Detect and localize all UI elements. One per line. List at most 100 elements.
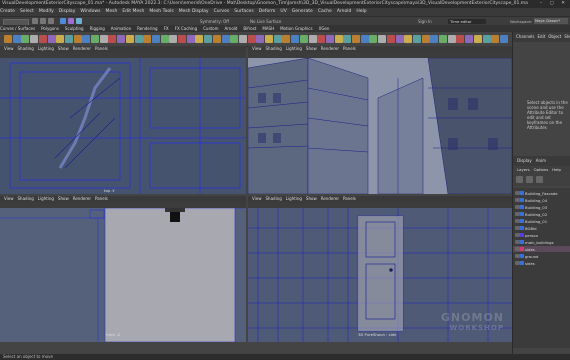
layer-color-swatch[interactable]: [520, 212, 524, 216]
shelf-tool-icon[interactable]: [325, 35, 334, 43]
viewport-menu-panels[interactable]: Panels: [95, 196, 108, 201]
shelf-tab[interactable]: FX: [164, 26, 169, 31]
viewport-menu-renderer[interactable]: Renderer: [321, 196, 339, 201]
shelf-tool-icon[interactable]: [395, 35, 404, 43]
menu-help[interactable]: Help: [356, 9, 366, 14]
move-up-icon[interactable]: [536, 176, 543, 183]
shelf-tool-icon[interactable]: [317, 35, 326, 43]
menu-modify[interactable]: Modify: [39, 9, 54, 14]
layer-color-swatch[interactable]: [520, 198, 524, 202]
viewport-menu-show[interactable]: Show: [58, 196, 69, 201]
viewport-menu-show[interactable]: Show: [306, 46, 317, 51]
shelf-tab[interactable]: Custom: [203, 26, 218, 31]
save-scene-icon[interactable]: [48, 18, 54, 24]
menu-display[interactable]: Display: [59, 9, 76, 14]
layer-row[interactable]: Building_02: [513, 211, 570, 217]
menu-generate[interactable]: Generate: [292, 9, 313, 14]
layer-menu-options[interactable]: Options: [534, 167, 549, 172]
shelf-tool-icon[interactable]: [134, 35, 143, 43]
layer-color-swatch[interactable]: [520, 233, 524, 237]
open-scene-icon[interactable]: [40, 18, 46, 24]
menu-mesh-display[interactable]: Mesh Display: [179, 9, 209, 14]
shelf-tool-icon[interactable]: [299, 35, 308, 43]
shelf-tool-icon[interactable]: [91, 35, 99, 43]
channel-tab-channels[interactable]: Channels: [516, 34, 535, 39]
shelf-tool-icon[interactable]: [291, 35, 300, 43]
menu-mesh-tools[interactable]: Mesh Tools: [149, 9, 173, 14]
shelf-tool-icon[interactable]: [204, 35, 213, 43]
channel-tab-edit[interactable]: Edit: [538, 34, 546, 39]
viewport-menu-shading[interactable]: Shading: [18, 196, 34, 201]
shelf-tool-icon[interactable]: [64, 35, 73, 43]
menu-uv[interactable]: UV: [280, 9, 286, 14]
shelf-tool-icon[interactable]: [491, 35, 500, 43]
shelf-tool-icon[interactable]: [160, 35, 169, 43]
layer-color-swatch[interactable]: [520, 254, 524, 258]
viewport-menu-panels[interactable]: Panels: [95, 46, 108, 51]
shelf-tool-icon[interactable]: [334, 35, 343, 43]
viewport-menu-view[interactable]: View: [252, 46, 262, 51]
shelf-tool-icon[interactable]: [47, 35, 56, 43]
layer-color-swatch[interactable]: [520, 261, 524, 265]
layer-row[interactable]: Building_01: [513, 218, 570, 224]
select-object-icon[interactable]: [68, 18, 74, 24]
menu-deform[interactable]: Deform: [259, 9, 276, 14]
shelf-tool-icon[interactable]: [108, 35, 117, 43]
shelf-tool-icon[interactable]: [404, 35, 413, 43]
menu-create[interactable]: Create: [0, 9, 15, 14]
shelf-tool-icon[interactable]: [82, 35, 91, 43]
shelf-tab[interactable]: Arnold: [224, 26, 237, 31]
new-layer-selected-icon[interactable]: [526, 176, 533, 183]
display-tab-anim[interactable]: Anim: [536, 158, 546, 163]
workspace-dropdown[interactable]: Maya Classic*: [534, 18, 568, 24]
shelf-tool-icon[interactable]: [412, 35, 421, 43]
select-component-icon[interactable]: [76, 18, 82, 24]
layer-menu-help[interactable]: Help: [552, 167, 561, 172]
menu-windows[interactable]: Windows: [80, 9, 100, 14]
shelf-tab[interactable]: Rendering: [137, 26, 157, 31]
shelf-tool-icon[interactable]: [352, 35, 360, 43]
shelf-tool-icon[interactable]: [473, 35, 482, 43]
shelf-tool-icon[interactable]: [482, 35, 491, 43]
shelf-tab[interactable]: FX Caching: [175, 26, 197, 31]
shelf-tool-icon[interactable]: [386, 35, 395, 43]
menu-cache[interactable]: Cache: [318, 9, 332, 14]
symmetry-status[interactable]: Symmetry: Off: [200, 19, 229, 24]
shelf-tool-icon[interactable]: [230, 35, 239, 43]
shelf-tool-icon[interactable]: [151, 35, 160, 43]
shelf-tool-icon[interactable]: [125, 35, 134, 43]
shelf-tool-icon[interactable]: [378, 35, 387, 43]
layer-row[interactable]: Building_03: [513, 204, 570, 210]
shelf-tool-icon[interactable]: [360, 35, 369, 43]
shelf-tool-icon[interactable]: [465, 35, 474, 43]
channel-tab-show[interactable]: Show: [564, 34, 570, 39]
layer-row[interactable]: BGBld: [513, 225, 570, 231]
viewport-menu-show[interactable]: Show: [58, 46, 69, 51]
viewport-side[interactable]: View Shading Lighting Show Renderer Panels 3D…: [248, 196, 512, 342]
layer-row[interactable]: person: [513, 232, 570, 238]
viewport-menu-panels[interactable]: Panels: [343, 46, 356, 51]
time-editor-field[interactable]: Time editor: [448, 19, 486, 24]
layer-row[interactable]: main_buildings: [513, 239, 570, 245]
shelf-tool-icon[interactable]: [221, 35, 230, 43]
menu-mesh[interactable]: Mesh: [105, 9, 117, 14]
shelf-tab[interactable]: Polygons: [41, 26, 59, 31]
viewport-menu-shading[interactable]: Shading: [266, 196, 282, 201]
viewport-perspective[interactable]: View Shading Lighting Show Renderer Panels: [248, 46, 512, 194]
shelf-tool-icon[interactable]: [195, 35, 204, 43]
shelf-tool-icon[interactable]: [456, 35, 465, 43]
display-tab-display[interactable]: Display: [517, 158, 532, 163]
layer-row[interactable]: sides: [513, 246, 570, 252]
shelf-tab[interactable]: Rigging: [90, 26, 105, 31]
layer-color-swatch[interactable]: [520, 219, 524, 223]
menu-surfaces[interactable]: Surfaces: [234, 9, 254, 14]
shelf-tab[interactable]: XGen: [319, 26, 330, 31]
shelf-tool-icon[interactable]: [99, 35, 108, 43]
viewport-menu-lighting[interactable]: Lighting: [286, 46, 302, 51]
layer-color-swatch[interactable]: [520, 226, 524, 230]
shelf-tool-icon[interactable]: [186, 35, 195, 43]
viewport-menu-view[interactable]: View: [252, 196, 262, 201]
layer-row[interactable]: ground: [513, 253, 570, 259]
shelf-tab[interactable]: Motion Graphics: [280, 26, 313, 31]
shelf-tool-icon[interactable]: [12, 35, 21, 43]
